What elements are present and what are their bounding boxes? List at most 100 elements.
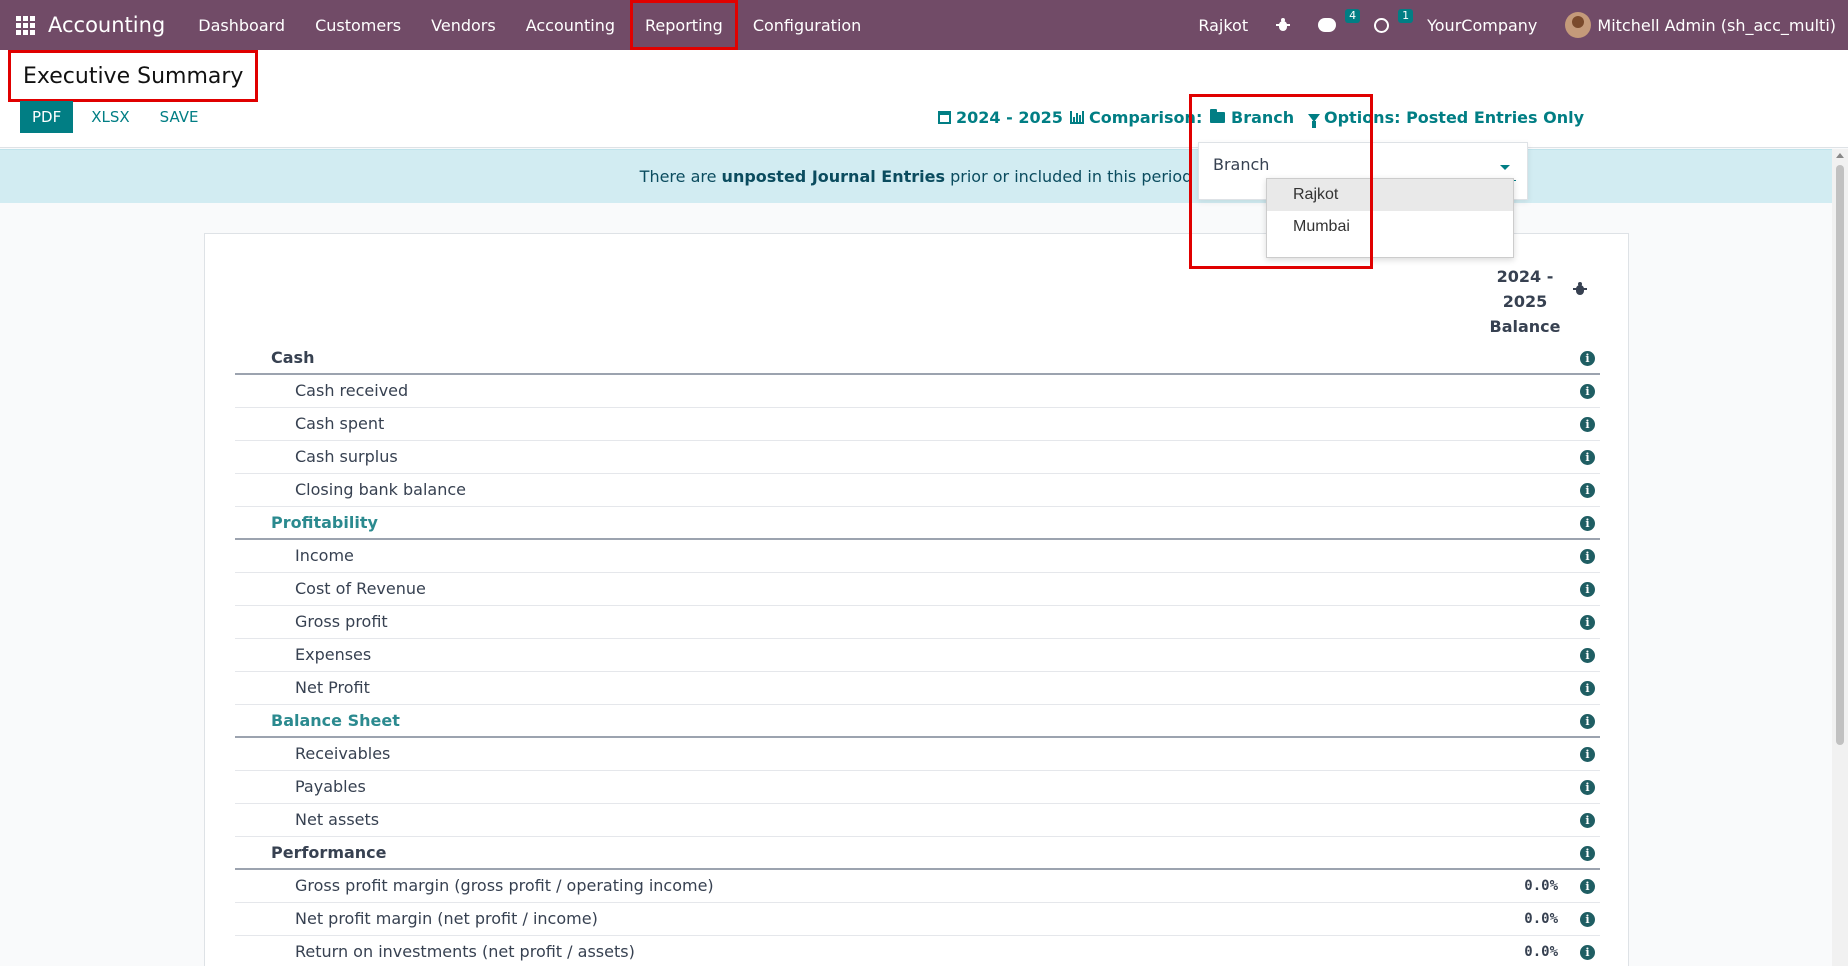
info-icon[interactable]: i: [1580, 681, 1595, 696]
row-label: Gross profit margin (gross profit / oper…: [295, 876, 714, 895]
alert-prefix: There are: [639, 167, 722, 186]
info-icon[interactable]: i: [1580, 747, 1595, 762]
avatar: [1565, 12, 1592, 38]
row-label: Cash: [271, 348, 315, 367]
info-icon[interactable]: i: [1580, 813, 1595, 828]
report-section-row[interactable]: Balance Sheet i: [235, 705, 1600, 738]
row-label: Expenses: [295, 645, 372, 664]
chat-icon: [1318, 18, 1337, 32]
report-line-row[interactable]: Net Profit i: [235, 672, 1600, 705]
options-filter[interactable]: Options: Posted Entries Only: [1308, 108, 1585, 128]
info-icon[interactable]: i: [1580, 450, 1595, 465]
user-name: Mitchell Admin (sh_acc_multi): [1597, 15, 1836, 35]
options-value: : Posted Entries Only: [1394, 108, 1585, 127]
row-label: Closing bank balance: [295, 480, 467, 499]
report-line-row[interactable]: Cash spent i: [235, 408, 1600, 441]
info-icon[interactable]: i: [1580, 912, 1595, 927]
report-line-row[interactable]: Closing bank balance i: [235, 474, 1600, 507]
info-icon[interactable]: i: [1580, 516, 1595, 531]
row-label: Net profit margin (net profit / income): [295, 909, 598, 928]
info-icon[interactable]: i: [1580, 417, 1595, 432]
scrollbar[interactable]: [1832, 149, 1848, 966]
info-icon[interactable]: i: [1580, 945, 1595, 960]
scroll-thumb[interactable]: [1836, 165, 1844, 745]
info-icon[interactable]: i: [1580, 780, 1595, 795]
info-icon[interactable]: i: [1580, 549, 1595, 564]
info-icon[interactable]: i: [1580, 714, 1595, 729]
menu-accounting[interactable]: Accounting: [511, 0, 630, 50]
branch-options-list: Rajkot Mumbai: [1266, 178, 1514, 258]
info-icon[interactable]: i: [1580, 648, 1595, 663]
branch-filter-label: Branch: [1231, 108, 1295, 127]
branch-filter[interactable]: Branch: [1210, 108, 1294, 127]
menu-reporting[interactable]: Reporting: [630, 0, 738, 50]
report-line-row[interactable]: Net assets i: [235, 804, 1600, 837]
company-switcher[interactable]: YourCompany: [1413, 16, 1551, 35]
info-icon[interactable]: i: [1580, 582, 1595, 597]
row-label: Performance: [271, 843, 387, 862]
report-line-row[interactable]: Cost of Revenue i: [235, 573, 1600, 606]
row-label: Receivables: [295, 744, 391, 763]
report-line-row[interactable]: Cash surplus i: [235, 441, 1600, 474]
unposted-entries-alert: There are unposted Journal Entries prior…: [0, 149, 1832, 203]
row-label: Net Profit: [295, 678, 370, 697]
menu-dashboard[interactable]: Dashboard: [183, 0, 300, 50]
folder-open-icon: [1210, 109, 1225, 123]
report-section-row[interactable]: Performance i: [235, 837, 1600, 870]
apps-menu-icon[interactable]: [14, 14, 36, 36]
info-icon[interactable]: i: [1580, 615, 1595, 630]
unposted-entries-link[interactable]: unposted Journal Entries: [722, 167, 945, 186]
report-line-row[interactable]: Expenses i: [235, 639, 1600, 672]
comparison-filter[interactable]: Comparison:: [1070, 108, 1202, 127]
row-label: Return on investments (net profit / asse…: [295, 942, 635, 961]
branch-option-mumbai[interactable]: Mumbai: [1267, 211, 1513, 243]
row-label: Profitability: [271, 513, 378, 532]
page-title: Executive Summary: [8, 50, 259, 102]
period-filter[interactable]: 2024 - 2025: [938, 108, 1063, 127]
row-label: Cash received: [295, 381, 409, 400]
report-section-row[interactable]: Profitability i: [235, 507, 1600, 540]
menu-customers[interactable]: Customers: [300, 0, 416, 50]
report-line-row[interactable]: Payables i: [235, 771, 1600, 804]
info-icon[interactable]: i: [1580, 879, 1595, 894]
row-label: Cost of Revenue: [295, 579, 426, 598]
menu-vendors[interactable]: Vendors: [416, 0, 511, 50]
activities-button[interactable]: 1: [1360, 8, 1414, 33]
row-label: Income: [295, 546, 354, 565]
report-line-row[interactable]: Cash received i: [235, 375, 1600, 408]
menu-configuration[interactable]: Configuration: [738, 0, 877, 50]
row-label: Balance Sheet: [271, 711, 400, 730]
row-value[interactable]: 0.0%: [1524, 878, 1558, 894]
user-menu[interactable]: Mitchell Admin (sh_acc_multi): [1551, 12, 1848, 38]
row-value[interactable]: 0.0%: [1524, 944, 1558, 960]
report-line-row[interactable]: Income i: [235, 540, 1600, 573]
branch-option-rajkot[interactable]: Rajkot: [1267, 179, 1513, 211]
bug-icon: [1276, 18, 1291, 32]
filter-icon: [1308, 113, 1320, 128]
report-line-row[interactable]: Receivables i: [235, 738, 1600, 771]
balance-column-header: 2024 - 2025 Balance: [1475, 264, 1575, 339]
branch-switcher[interactable]: Rajkot: [1184, 16, 1262, 35]
app-name[interactable]: Accounting: [48, 13, 165, 37]
options-label: Options: [1324, 108, 1395, 127]
info-icon[interactable]: i: [1580, 483, 1595, 498]
info-icon[interactable]: i: [1580, 384, 1595, 399]
messages-button[interactable]: 4: [1304, 9, 1361, 32]
report-section-row[interactable]: Cash i: [235, 342, 1600, 375]
info-icon[interactable]: i: [1580, 351, 1595, 366]
alert-suffix: prior or included in this period: [945, 167, 1193, 186]
info-icon[interactable]: i: [1580, 846, 1595, 861]
messages-badge: 4: [1345, 9, 1361, 23]
report-line-row[interactable]: Gross profit i: [235, 606, 1600, 639]
period-label: 2024 - 2025: [956, 108, 1063, 127]
report-line-row[interactable]: Gross profit margin (gross profit / oper…: [235, 870, 1600, 903]
report-line-row[interactable]: Net profit margin (net profit / income) 0…: [235, 903, 1600, 936]
row-value[interactable]: 0.0%: [1524, 911, 1558, 927]
bug-icon[interactable]: [1573, 282, 1587, 296]
scroll-up-arrow-icon[interactable]: [1836, 153, 1844, 158]
row-label: Net assets: [295, 810, 380, 829]
comparison-label: Comparison:: [1089, 108, 1203, 127]
report-line-row[interactable]: Return on investments (net profit / asse…: [235, 936, 1600, 966]
bar-chart-icon: [1070, 111, 1084, 124]
debug-button[interactable]: [1262, 18, 1304, 32]
